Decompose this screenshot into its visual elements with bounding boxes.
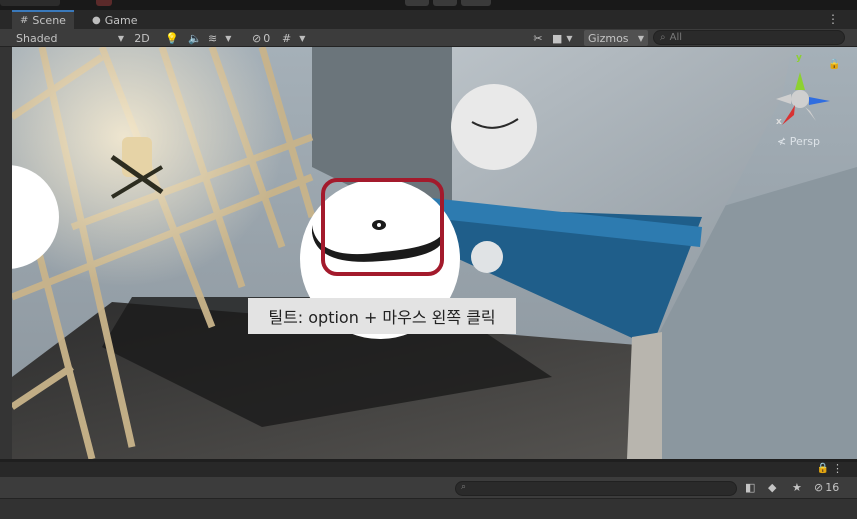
left-panel-edge: [0, 47, 12, 459]
audio-toggle[interactable]: 🔈: [186, 30, 204, 46]
scene-visibility-toggle[interactable]: ⊘ 0: [252, 30, 278, 46]
tilt-shortcut-caption: 틸트: option + 마우스 왼쪽 클릭: [248, 298, 516, 334]
lock-icon[interactable]: 🔒: [817, 463, 829, 474]
tools-icon: ✂: [533, 31, 543, 45]
layers-icon: ≋: [208, 31, 218, 45]
tab-game[interactable]: ● Game: [84, 11, 145, 29]
projection-label: Persp: [789, 135, 820, 148]
tag-icon[interactable]: ◆: [768, 481, 776, 494]
axis-y-label: y: [796, 53, 802, 63]
hidden-objects-toggle[interactable]: ⊘ 16: [814, 481, 839, 494]
filter-type-icon[interactable]: ◧: [745, 481, 755, 494]
axis-x-label: x: [776, 117, 782, 127]
gizmos-label: Gizmos: [588, 31, 629, 45]
gamepad-icon: ●: [92, 14, 101, 26]
camera-dropdown[interactable]: ■ ▼: [552, 30, 580, 46]
scene-toolbar: Shaded ▼ 2D 💡 🔈 ≋ ▼ ⊘ 0 # ▼ ✂ ■ ▼ Gizmos…: [0, 29, 857, 47]
hierarchy-body: [0, 499, 857, 519]
grid-icon: #: [282, 31, 292, 45]
search-placeholder: All: [669, 32, 683, 43]
play-button[interactable]: [405, 0, 429, 6]
hierarchy-toolbar: ⌕ ◧ ◆ ★ ⊘ 16: [0, 477, 857, 499]
grid-icon: #: [20, 15, 29, 26]
chevron-down-icon: ▼: [117, 33, 124, 43]
scene-search-input[interactable]: ⌕ All: [653, 30, 845, 45]
shading-mode-label: Shaded: [16, 31, 58, 45]
hierarchy-tab-bar: 🔒 ⋮: [0, 462, 857, 477]
effects-dropdown[interactable]: ≋ ▼: [208, 30, 248, 46]
search-icon: ⌕: [660, 32, 666, 43]
hierarchy-search-input[interactable]: ⌕: [455, 481, 737, 496]
chevron-down-icon: ▼: [566, 33, 573, 43]
step-button[interactable]: [461, 0, 491, 6]
scene-tab-bar: # Scene ● Game ⋮: [0, 10, 857, 29]
grid-dropdown[interactable]: # ▼: [282, 30, 316, 46]
speaker-icon: 🔈: [188, 31, 202, 45]
lightbulb-icon: 💡: [165, 31, 179, 45]
shading-mode-dropdown[interactable]: Shaded ▼: [16, 30, 124, 46]
tab-scene[interactable]: # Scene: [12, 10, 74, 29]
camera-icon: ■: [552, 31, 563, 45]
2d-toggle-button[interactable]: 2D: [130, 30, 154, 46]
more-options-icon[interactable]: ⋮: [832, 462, 843, 475]
chevron-down-icon: ▼: [299, 33, 306, 43]
header-button[interactable]: [96, 0, 112, 6]
hidden-count: 16: [825, 481, 840, 494]
perspective-icon: ≮: [777, 135, 787, 148]
eye-slash-icon: ⊘: [252, 31, 262, 45]
star-icon[interactable]: ★: [792, 481, 802, 494]
header-button[interactable]: [0, 0, 60, 6]
gizmos-dropdown[interactable]: Gizmos ▼: [584, 30, 648, 46]
chevron-down-icon: ▼: [225, 33, 232, 43]
tools-button[interactable]: ✂: [530, 30, 546, 46]
scene-viewport[interactable]: y x 🔒 ≮ Persp: [12, 47, 857, 459]
search-icon: ⌕: [461, 482, 467, 492]
window-header-strip: [0, 0, 857, 10]
lock-icon[interactable]: 🔒: [828, 59, 840, 70]
eye-slash-icon: ⊘: [814, 481, 824, 494]
tab-label: Scene: [32, 14, 66, 27]
pause-button[interactable]: [433, 0, 457, 6]
2d-label: 2D: [134, 31, 150, 45]
scene-render: [12, 47, 857, 459]
lighting-toggle[interactable]: 💡: [164, 30, 180, 46]
projection-toggle[interactable]: ≮ Persp: [777, 135, 820, 148]
tab-label: Game: [104, 13, 138, 27]
hidden-count: 0: [263, 31, 271, 45]
more-options-icon[interactable]: ⋮: [827, 12, 839, 26]
chevron-down-icon: ▼: [637, 33, 644, 43]
